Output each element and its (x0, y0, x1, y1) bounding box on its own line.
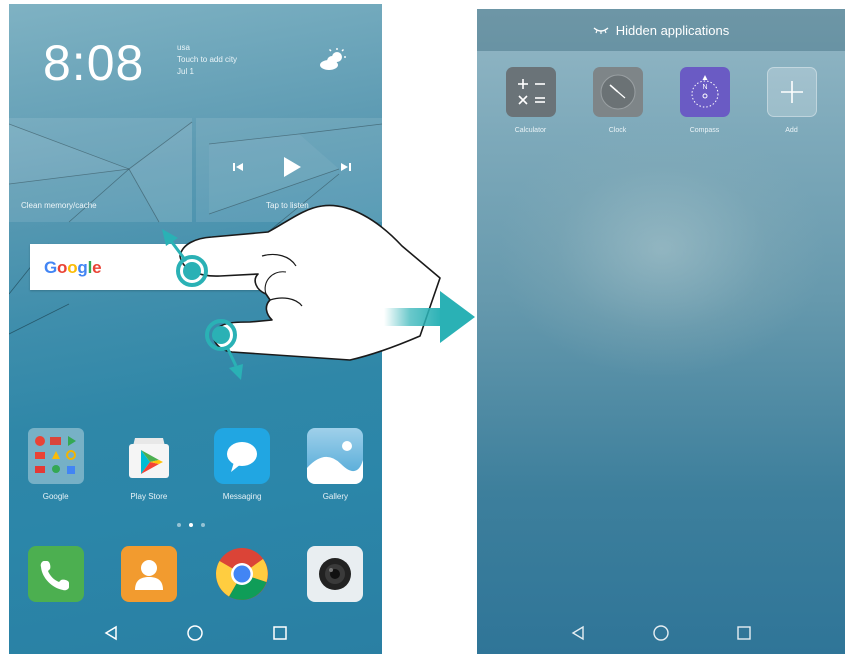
add-icon (766, 67, 817, 117)
previous-track-icon[interactable] (232, 161, 244, 173)
app-label: Google (42, 492, 69, 501)
hidden-apps-header: Hidden applications (477, 9, 845, 51)
clock-time[interactable]: 8:08 (43, 38, 144, 88)
calculator-icon (505, 67, 556, 117)
transition-arrow (384, 291, 475, 343)
play-store-icon (121, 428, 177, 484)
app-label: Clock (608, 127, 627, 134)
compass-icon: N (679, 67, 730, 117)
contacts-icon (120, 546, 177, 602)
app-label: Add (785, 127, 798, 134)
music-widget-label: Tap to listen (266, 201, 309, 210)
chrome-icon (214, 546, 270, 602)
city-hint-text: Touch to add city (177, 55, 238, 64)
back-icon[interactable] (103, 625, 119, 641)
clock-icon (592, 67, 643, 117)
phone-icon (27, 546, 84, 602)
app-gallery[interactable]: Gallery (300, 428, 370, 501)
wallpaper-blur (497, 119, 827, 379)
navigation-bar (477, 612, 845, 654)
date-weather-text[interactable]: usa Touch to add city Jul 1 (177, 42, 237, 78)
app-messaging[interactable]: Messaging (207, 428, 277, 501)
home-icon[interactable] (652, 624, 670, 642)
hidden-apps-title: Hidden applications (615, 22, 730, 38)
app-label: Play Store (130, 492, 168, 501)
memory-cleaner-label: Clean memory/cache (21, 201, 97, 210)
hidden-app-clock[interactable]: Clock (583, 67, 653, 134)
camera-icon (307, 546, 364, 602)
page-dot (177, 523, 181, 527)
gallery-icon (307, 428, 364, 484)
google-folder-icon (27, 428, 84, 484)
home-screen: 8:08 usa Touch to add city Jul 1 Clean m… (9, 4, 382, 654)
home-icon[interactable] (186, 624, 204, 642)
app-label: Messaging (222, 492, 262, 501)
dock-contacts[interactable] (114, 546, 184, 602)
music-widget[interactable]: Tap to listen (196, 118, 382, 222)
app-label: Calculator (514, 127, 547, 134)
dock-chrome[interactable] (207, 546, 277, 602)
app-google-folder[interactable]: Google (21, 428, 91, 501)
hidden-app-add[interactable]: Add (757, 67, 827, 134)
messaging-icon (214, 428, 271, 484)
dock-camera[interactable] (300, 546, 370, 602)
page-indicator (177, 523, 205, 527)
closed-eye-icon (593, 27, 609, 34)
recents-icon[interactable] (736, 625, 752, 641)
dock-phone[interactable] (21, 546, 91, 602)
svg-text:N: N (702, 84, 707, 91)
hidden-apps-grid: Calculator Clock N Compass Add (477, 67, 845, 134)
hidden-apps-screen: Hidden applications Calculator Clock N C… (477, 9, 845, 654)
dock (9, 546, 382, 602)
partly-cloudy-icon[interactable] (317, 48, 347, 72)
google-search-widget[interactable]: Google (30, 244, 294, 290)
hidden-app-calculator[interactable]: Calculator (496, 67, 566, 134)
page-dot-active (189, 523, 193, 527)
app-row: Google Play Store Messaging Gallery (9, 428, 382, 501)
play-icon[interactable] (282, 156, 302, 178)
page-dot (201, 523, 205, 527)
next-track-icon[interactable] (340, 161, 352, 173)
app-play-store[interactable]: Play Store (114, 428, 184, 501)
memory-cleaner-widget[interactable]: Clean memory/cache (9, 118, 192, 222)
date-text: Jul 1 (177, 67, 194, 76)
app-label: Gallery (322, 492, 349, 501)
google-logo: Google (44, 258, 102, 277)
hidden-app-compass[interactable]: N Compass (670, 67, 740, 134)
app-label: Compass (689, 127, 720, 134)
location-text: usa (177, 43, 190, 52)
recents-icon[interactable] (272, 625, 288, 641)
back-icon[interactable] (570, 625, 586, 641)
navigation-bar (9, 611, 382, 654)
